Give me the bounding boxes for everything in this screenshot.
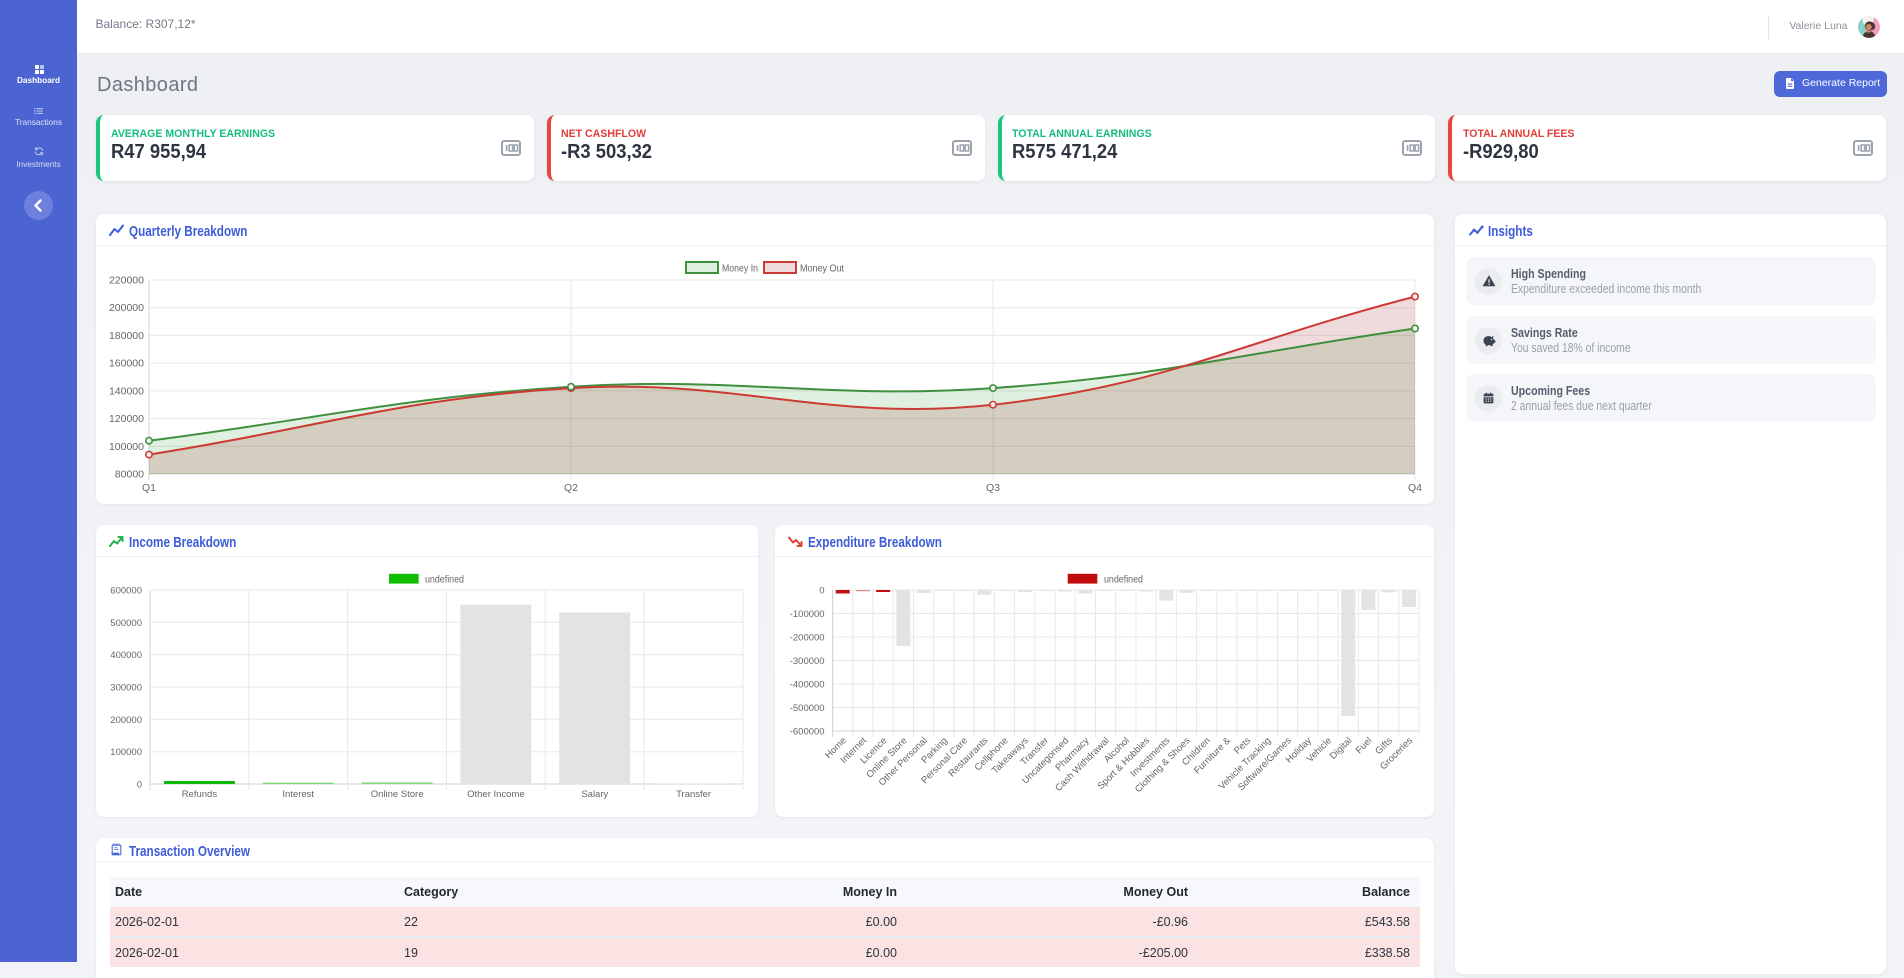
svg-text:-100000: -100000	[790, 609, 825, 620]
svg-text:400000: 400000	[110, 650, 142, 661]
svg-text:Fuel: Fuel	[1354, 735, 1375, 756]
svg-text:Salary: Salary	[581, 789, 608, 800]
svg-text:Digital: Digital	[1328, 735, 1354, 761]
svg-text:Interest: Interest	[282, 789, 314, 800]
svg-text:100000: 100000	[109, 441, 144, 453]
svg-text:Refunds: Refunds	[182, 789, 218, 800]
svg-text:600000: 600000	[110, 586, 142, 597]
svg-text:-300000: -300000	[790, 656, 825, 667]
svg-text:220000: 220000	[109, 275, 144, 287]
svg-text:-600000: -600000	[790, 727, 825, 738]
svg-text:0: 0	[819, 586, 824, 597]
svg-text:80000: 80000	[115, 469, 144, 481]
svg-text:Money In: Money In	[722, 263, 758, 275]
svg-text:Transfer: Transfer	[676, 789, 711, 800]
svg-text:Q4: Q4	[1408, 482, 1422, 494]
svg-text:300000: 300000	[110, 683, 142, 694]
svg-text:180000: 180000	[109, 330, 144, 342]
svg-text:500000: 500000	[110, 618, 142, 629]
svg-text:100000: 100000	[110, 747, 142, 758]
svg-text:Online Store: Online Store	[371, 789, 424, 800]
svg-text:200000: 200000	[110, 715, 142, 726]
svg-text:Other Income: Other Income	[467, 789, 525, 800]
svg-text:Q2: Q2	[564, 482, 578, 494]
svg-text:undefined: undefined	[1104, 575, 1143, 586]
svg-text:Money Out: Money Out	[800, 263, 844, 275]
svg-text:-400000: -400000	[790, 680, 825, 691]
svg-text:Q1: Q1	[142, 482, 156, 494]
svg-text:120000: 120000	[109, 413, 144, 425]
svg-text:200000: 200000	[109, 302, 144, 314]
svg-text:Q3: Q3	[986, 482, 1000, 494]
svg-text:140000: 140000	[109, 385, 144, 397]
svg-text:undefined: undefined	[425, 575, 464, 586]
svg-text:-500000: -500000	[790, 703, 825, 714]
svg-text:-200000: -200000	[790, 633, 825, 644]
svg-text:160000: 160000	[109, 358, 144, 370]
svg-text:0: 0	[137, 780, 142, 791]
